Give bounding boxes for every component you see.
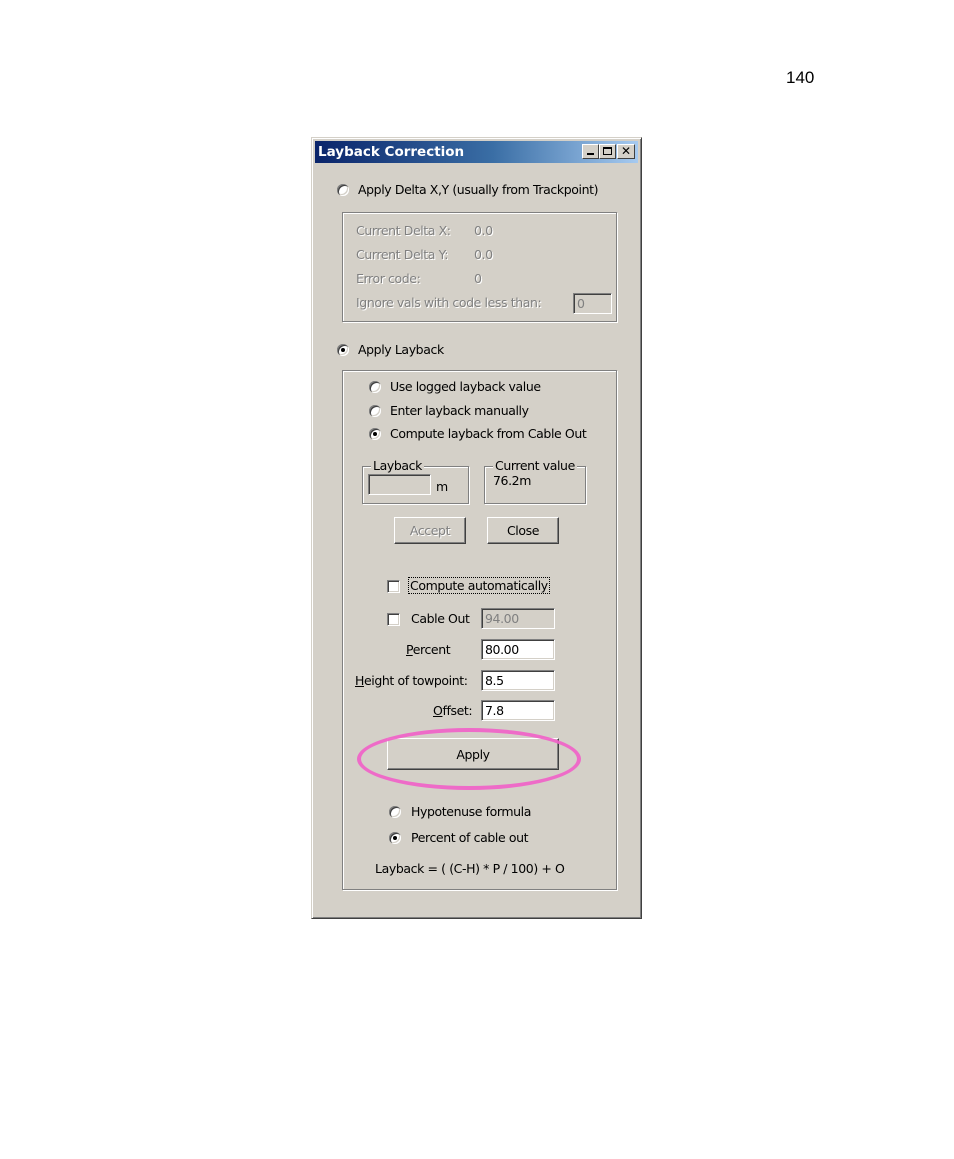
delta-group: Current Delta X: 0.0 Current Delta Y: 0.… (342, 212, 617, 322)
hypotenuse-label[interactable]: Hypotenuse formula (411, 804, 531, 819)
error-code-label: Error code: (356, 271, 421, 286)
height-label-rest: eight of towpoint: (364, 673, 468, 688)
ignore-vals-label: Ignore vals with code less than: (356, 295, 542, 310)
height-of-towpoint-label: Height of towpoint: (355, 673, 468, 688)
layback-input[interactable] (368, 474, 431, 495)
layback-group: Use logged layback value Enter layback m… (342, 370, 617, 890)
offset-input[interactable] (481, 700, 555, 721)
apply-button[interactable]: Apply (387, 738, 559, 770)
formula-text: Layback = ( (C-H) * P / 100) + O (375, 861, 565, 876)
enter-manually-radio[interactable] (369, 405, 381, 417)
apply-layback-label[interactable]: Apply Layback (358, 342, 444, 357)
height-mnemonic: H (355, 673, 364, 688)
compute-automatically-checkbox[interactable] (387, 580, 400, 593)
percent-mnemonic: P (406, 642, 413, 657)
window-title: Layback Correction (318, 144, 465, 160)
delta-x-value: 0.0 (474, 223, 493, 238)
compute-from-cable-radio[interactable] (369, 428, 381, 440)
layback-unit: m (436, 479, 448, 494)
cable-out-label[interactable]: Cable Out (411, 611, 470, 626)
title-bar[interactable]: Layback Correction ✕ (315, 141, 638, 163)
enter-manually-label[interactable]: Enter layback manually (390, 403, 529, 418)
accept-button[interactable]: Accept (394, 517, 466, 544)
current-value-group: Current value 76.2m (484, 458, 586, 504)
current-value-legend: Current value (493, 458, 577, 474)
offset-label-rest: ffset: (442, 703, 473, 718)
layback-group-legend: Layback (371, 458, 424, 474)
height-of-towpoint-input[interactable] (481, 670, 555, 691)
close-icon: ✕ (620, 144, 632, 158)
layback-value-group: Layback m (362, 458, 469, 504)
delta-y-label: Current Delta Y: (356, 247, 449, 262)
cable-out-checkbox[interactable] (387, 613, 400, 626)
use-logged-radio[interactable] (369, 381, 381, 393)
compute-from-cable-label[interactable]: Compute layback from Cable Out (390, 426, 587, 441)
hypotenuse-radio[interactable] (389, 806, 401, 818)
maximize-button[interactable] (599, 144, 616, 159)
percent-cable-label[interactable]: Percent of cable out (411, 830, 529, 845)
close-window-button[interactable]: ✕ (617, 144, 635, 159)
error-code-value: 0 (474, 271, 482, 286)
compute-automatically-label[interactable]: Compute automatically (408, 577, 550, 594)
offset-label: Offset: (433, 703, 473, 718)
minimize-icon (587, 153, 594, 155)
layback-correction-window: Layback Correction ✕ Apply Delta X,Y (us… (311, 137, 642, 919)
percent-label: Percent (406, 642, 451, 657)
apply-layback-radio[interactable] (337, 344, 349, 356)
use-logged-label[interactable]: Use logged layback value (390, 379, 541, 394)
maximize-icon (603, 147, 612, 155)
percent-label-rest: ercent (412, 642, 451, 657)
cable-out-input[interactable] (481, 608, 555, 629)
percent-input[interactable] (481, 639, 555, 660)
page-number: 140 (786, 68, 815, 87)
ignore-vals-input[interactable] (573, 293, 612, 314)
percent-cable-radio[interactable] (389, 832, 401, 844)
current-value: 76.2m (493, 473, 532, 488)
apply-delta-label[interactable]: Apply Delta X,Y (usually from Trackpoint… (358, 182, 598, 197)
apply-delta-radio[interactable] (337, 184, 349, 196)
minimize-button[interactable] (582, 144, 599, 159)
delta-x-label: Current Delta X: (356, 223, 451, 238)
close-button[interactable]: Close (487, 517, 559, 544)
delta-y-value: 0.0 (474, 247, 493, 262)
